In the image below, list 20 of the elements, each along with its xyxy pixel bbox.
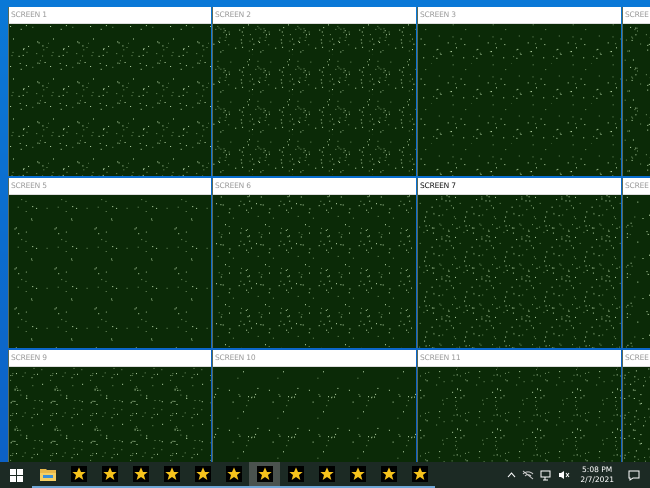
star-icon bbox=[380, 466, 396, 482]
star-icon bbox=[256, 466, 272, 482]
star-icon bbox=[102, 466, 118, 482]
star-icon bbox=[226, 466, 242, 482]
star-icon bbox=[194, 466, 210, 482]
star-icon bbox=[350, 466, 366, 482]
star-icon bbox=[132, 466, 148, 482]
star-icon bbox=[318, 466, 334, 482]
star-icon bbox=[70, 466, 86, 482]
volume-muted-icon[interactable] bbox=[558, 470, 570, 480]
network-icon[interactable] bbox=[540, 470, 552, 480]
windows-logo-icon bbox=[10, 468, 22, 482]
taskbar-app-button[interactable] bbox=[249, 462, 280, 488]
star-icon bbox=[164, 466, 180, 482]
star-icon bbox=[412, 466, 428, 482]
caret-up-icon[interactable] bbox=[507, 472, 516, 478]
star-icon bbox=[288, 466, 304, 482]
folder-icon bbox=[40, 467, 56, 481]
notification-icon[interactable] bbox=[628, 470, 640, 480]
network-off-icon[interactable] bbox=[522, 470, 534, 480]
